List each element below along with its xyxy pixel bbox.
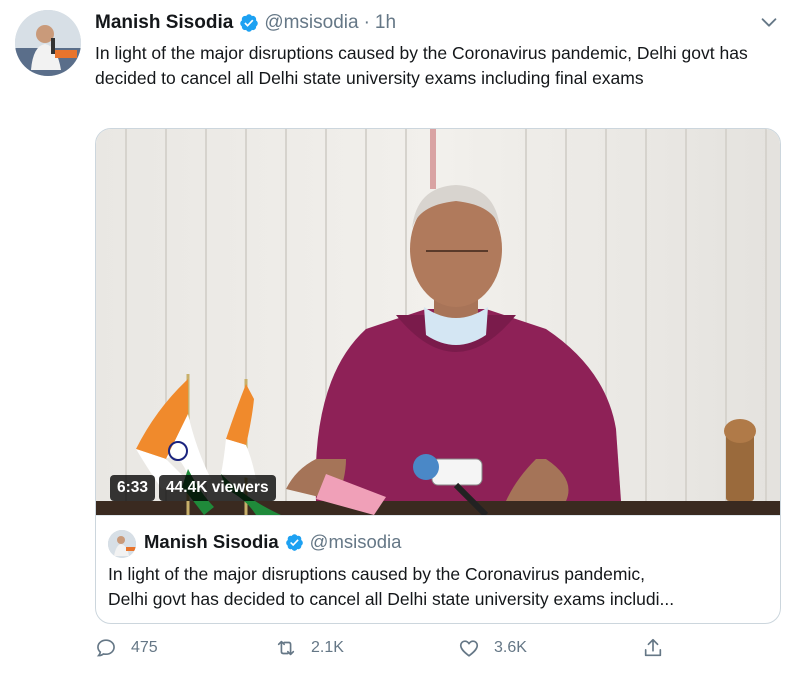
- quoted-header: Manish Sisodia @msisodia: [144, 531, 401, 553]
- quoted-avatar[interactable]: [108, 530, 136, 558]
- reply-count: 475: [131, 639, 158, 656]
- quoted-text: In light of the major disruptions caused…: [108, 562, 768, 612]
- quoted-author-handle[interactable]: @msisodia: [310, 531, 402, 553]
- tweet-header: Manish Sisodia @msisodia · 1h: [95, 11, 396, 35]
- retweet-button[interactable]: 2.1K: [275, 637, 344, 659]
- verified-badge-icon: [285, 533, 304, 552]
- video-duration: 6:33: [110, 475, 156, 501]
- viewer-count: 44.4K viewers: [159, 475, 276, 501]
- verified-badge-icon: [239, 13, 259, 33]
- retweet-count: 2.1K: [311, 639, 344, 656]
- retweet-icon: [277, 640, 295, 656]
- tweet-actions: 475 2.1K 3.6K: [95, 637, 695, 665]
- avatar[interactable]: [15, 10, 81, 76]
- author-handle[interactable]: @msisodia: [264, 12, 358, 34]
- reply-button[interactable]: 475: [95, 637, 158, 659]
- tweet-timestamp[interactable]: 1h: [375, 12, 396, 34]
- quoted-text-line1: In light of the major disruptions caused…: [108, 564, 645, 584]
- quoted-author-name[interactable]: Manish Sisodia: [144, 531, 279, 553]
- share-icon: [644, 638, 662, 657]
- like-count: 3.6K: [494, 639, 527, 656]
- separator-dot: ·: [363, 12, 370, 33]
- share-button[interactable]: [642, 637, 678, 659]
- quoted-tweet[interactable]: Manish Sisodia @msisodia In light of the…: [96, 515, 780, 623]
- chevron-down-icon[interactable]: [758, 11, 780, 33]
- author-name[interactable]: Manish Sisodia: [95, 12, 233, 34]
- like-button[interactable]: 3.6K: [458, 637, 527, 659]
- tweet-text: In light of the major disruptions caused…: [95, 43, 748, 88]
- quote-media-card[interactable]: 6:33 44.4K viewers Manish Sisodia @msiso…: [95, 128, 781, 624]
- video-player[interactable]: 6:33 44.4K viewers: [96, 129, 780, 515]
- quoted-text-line2: Delhi govt has decided to cancel all Del…: [108, 589, 675, 609]
- reply-icon: [96, 639, 115, 657]
- heart-icon: [459, 640, 479, 657]
- video-badges: 6:33 44.4K viewers: [110, 475, 276, 501]
